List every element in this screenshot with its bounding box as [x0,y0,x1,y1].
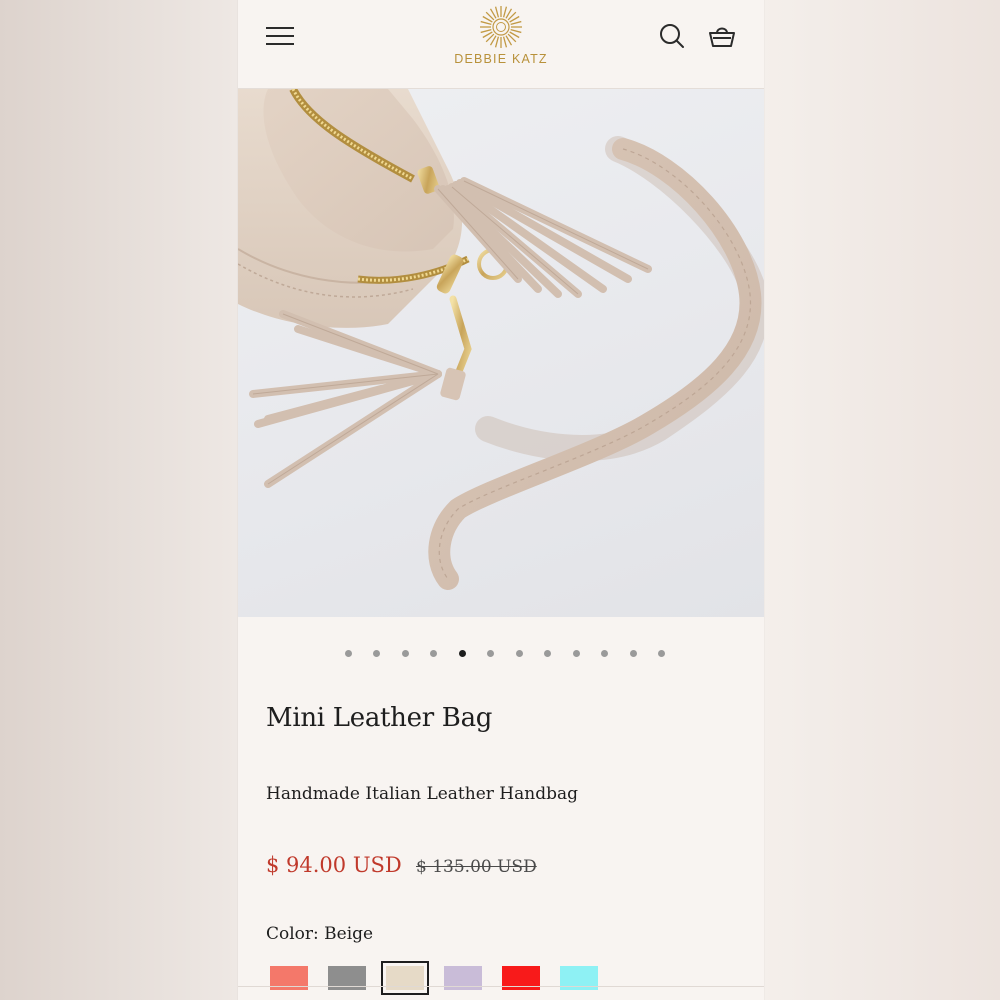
background-left [0,0,238,1000]
carousel-dot[interactable] [344,650,352,657]
mobile-page: DEBBIE KATZ Mini Leather Bag Handmade It… [238,0,764,1000]
site-header: DEBBIE KATZ [238,0,764,89]
carousel-dot[interactable] [373,650,381,657]
sale-price: $ 94.00 USD [266,853,402,877]
carousel-dot[interactable] [458,650,466,657]
brand-logo[interactable]: DEBBIE KATZ [438,4,564,74]
product-title: Mini Leather Bag [266,703,493,733]
compare-at-price: $ 135.00 USD [416,857,537,877]
carousel-dot[interactable] [658,650,666,657]
color-label: Color: Beige [266,924,374,944]
carousel-dot[interactable] [401,650,409,657]
carousel-dot[interactable] [572,650,580,657]
hamburger-menu-icon[interactable] [266,24,296,48]
brand-name: DEBBIE KATZ [454,52,548,66]
carousel-dot[interactable] [430,650,438,657]
product-image[interactable] [238,89,764,617]
product-subtitle: Handmade Italian Leather Handbag [266,784,578,804]
carousel-dot[interactable] [629,650,637,657]
carousel-dot[interactable] [601,650,609,657]
sunburst-logo-icon [480,6,522,48]
shopping-basket-icon[interactable] [708,22,736,50]
carousel-dot[interactable] [515,650,523,657]
carousel-dot[interactable] [544,650,552,657]
divider [238,986,764,987]
carousel-dot[interactable] [487,650,495,657]
carousel-dots [238,650,764,660]
leather-bag-illustration [238,89,764,590]
search-icon[interactable] [658,22,686,50]
background-right [762,0,1000,1000]
